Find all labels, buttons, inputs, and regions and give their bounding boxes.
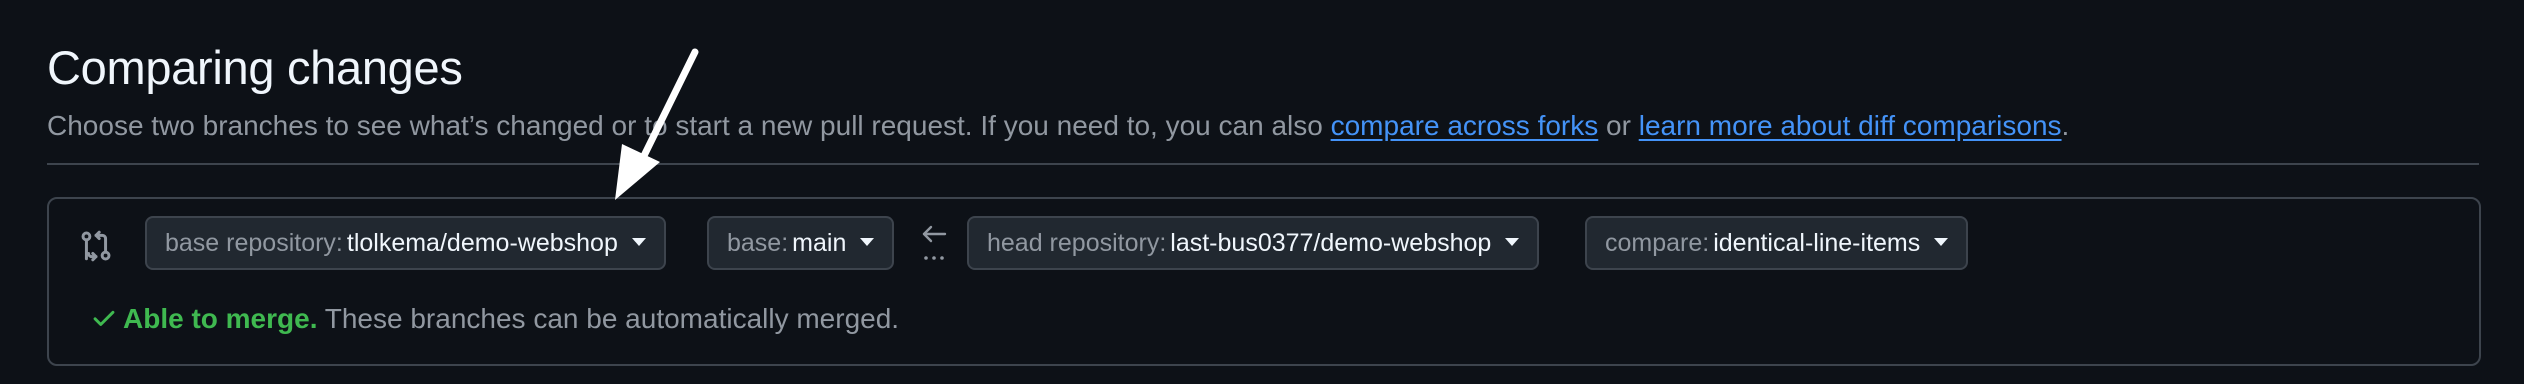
chevron-down-icon bbox=[631, 238, 646, 247]
chevron-down-icon bbox=[1934, 238, 1949, 247]
compare-page: Comparing changes Choose two branches to… bbox=[0, 0, 2524, 384]
compare-branch-value: identical-line-items bbox=[1713, 229, 1921, 257]
base-branch-select[interactable]: base: main bbox=[707, 216, 895, 270]
merge-status: Able to merge. These branches can be aut… bbox=[91, 303, 899, 335]
head-repository-value: last-bus0377/demo-webshop bbox=[1170, 229, 1492, 257]
check-icon bbox=[93, 310, 115, 326]
compare-box: base repository: tlolkema/demo-webshop ba… bbox=[47, 197, 2481, 366]
base-repository-label: base repository: bbox=[165, 229, 343, 257]
compare-branch-label: compare: bbox=[1605, 229, 1710, 257]
subtitle-text-prefix: Choose two branches to see what’s change… bbox=[47, 110, 1331, 141]
learn-more-diff-link[interactable]: learn more about diff comparisons bbox=[1639, 110, 2062, 141]
base-branch-value: main bbox=[792, 229, 847, 257]
base-repository-select[interactable]: base repository: tlolkema/demo-webshop bbox=[145, 216, 666, 270]
head-repository-select[interactable]: head repository: last-bus0377/demo-websho… bbox=[967, 216, 1540, 270]
base-repository-value: tlolkema/demo-webshop bbox=[346, 229, 618, 257]
git-compare-icon bbox=[81, 230, 111, 262]
page-title: Comparing changes bbox=[47, 41, 463, 94]
divider bbox=[47, 163, 2479, 165]
subtitle-text-suffix: . bbox=[2061, 110, 2070, 141]
chevron-down-icon bbox=[860, 238, 875, 247]
arrow-left-icon bbox=[922, 225, 947, 260]
chevron-down-icon bbox=[1505, 238, 1520, 247]
merge-status-ok: Able to merge. bbox=[123, 303, 318, 334]
merge-status-message: These branches can be automatically merg… bbox=[317, 303, 900, 334]
compare-branch-select[interactable]: compare: identical-line-items bbox=[1585, 216, 1969, 270]
page-subtitle: Choose two branches to see what’s change… bbox=[47, 110, 2069, 142]
base-branch-label: base: bbox=[727, 229, 789, 257]
compare-across-forks-link[interactable]: compare across forks bbox=[1331, 110, 1599, 141]
head-repository-label: head repository: bbox=[987, 229, 1167, 257]
subtitle-text-mid: or bbox=[1598, 110, 1639, 141]
